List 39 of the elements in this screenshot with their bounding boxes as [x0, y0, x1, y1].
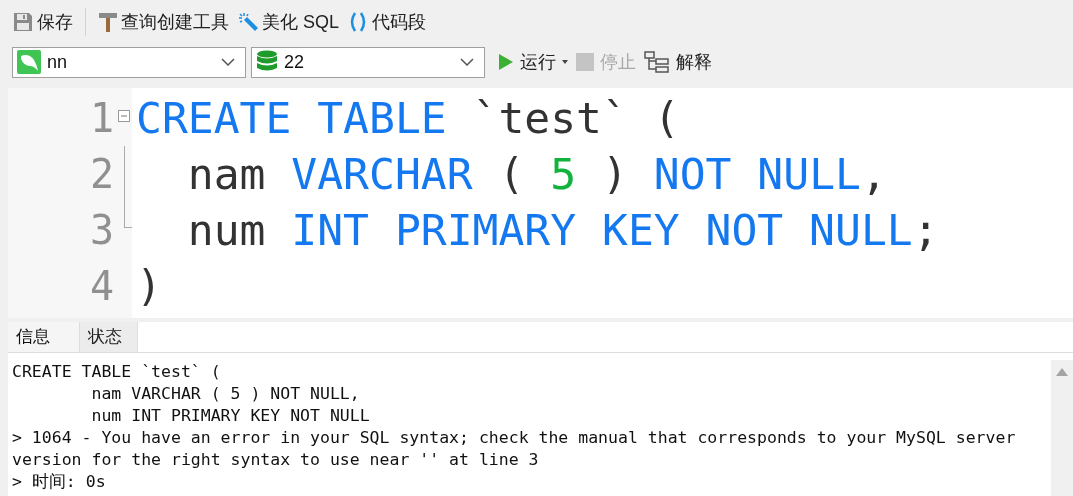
line-number: 3	[89, 206, 114, 254]
code-line: num INT PRIMARY KEY NOT NULL;	[186, 204, 940, 257]
toolbar-button[interactable]: 美化 SQL	[235, 6, 342, 38]
output-line: > 1064 - You have an error in your SQL syntax; check the manual that corresponds to your MySQL server	[12, 427, 1017, 449]
tab[interactable]: 信息	[8, 322, 80, 352]
line-number: 1	[89, 94, 114, 142]
toolbar-button: 停止	[576, 47, 636, 77]
stop-icon	[576, 53, 594, 71]
caret-icon	[562, 60, 568, 64]
line-number: 4	[89, 262, 114, 310]
code-line: CREATE TABLE `test` (	[135, 92, 681, 145]
toolbar-button[interactable]: 代码段	[345, 6, 429, 38]
line-number: 2	[89, 150, 114, 198]
output-line: nam VARCHAR ( 5 ) NOT NULL,	[90, 383, 361, 405]
fold-toggle-icon[interactable]	[118, 110, 130, 122]
magic-wand-icon	[237, 11, 259, 33]
toolbar-button[interactable]: 运行	[498, 47, 568, 77]
chevron-down-icon	[221, 58, 235, 66]
output-line: CREATE TABLE `test` (	[12, 361, 222, 383]
code-line: nam VARCHAR ( 5 ) NOT NULL,	[186, 148, 888, 201]
dropdown-value: nn	[47, 50, 69, 74]
toolbar-button[interactable]: 保存	[10, 6, 75, 38]
output-line: num INT PRIMARY KEY NOT NULL	[90, 405, 371, 427]
chevron-down-icon	[460, 58, 474, 66]
code-line: )	[135, 260, 163, 313]
output-line: version for the right syntax to use near '' at line 3	[12, 449, 540, 471]
dropdown[interactable]: 22	[251, 46, 485, 78]
play-icon	[498, 53, 514, 71]
flowchart-icon	[644, 51, 670, 73]
tab[interactable]: 状态	[80, 322, 138, 352]
dropdown[interactable]: nn	[12, 46, 246, 78]
scrollbar[interactable]	[1051, 360, 1073, 496]
hammer-icon	[98, 11, 118, 33]
output-line: > 时间: 0s	[12, 471, 107, 493]
scroll-up-arrow-icon[interactable]	[1056, 368, 1068, 376]
dropdown-value: 22	[284, 50, 306, 74]
toolbar-button[interactable]: 解释	[644, 47, 712, 77]
toolbar-button[interactable]: 查询创建工具	[96, 6, 231, 38]
save-icon	[12, 11, 34, 33]
